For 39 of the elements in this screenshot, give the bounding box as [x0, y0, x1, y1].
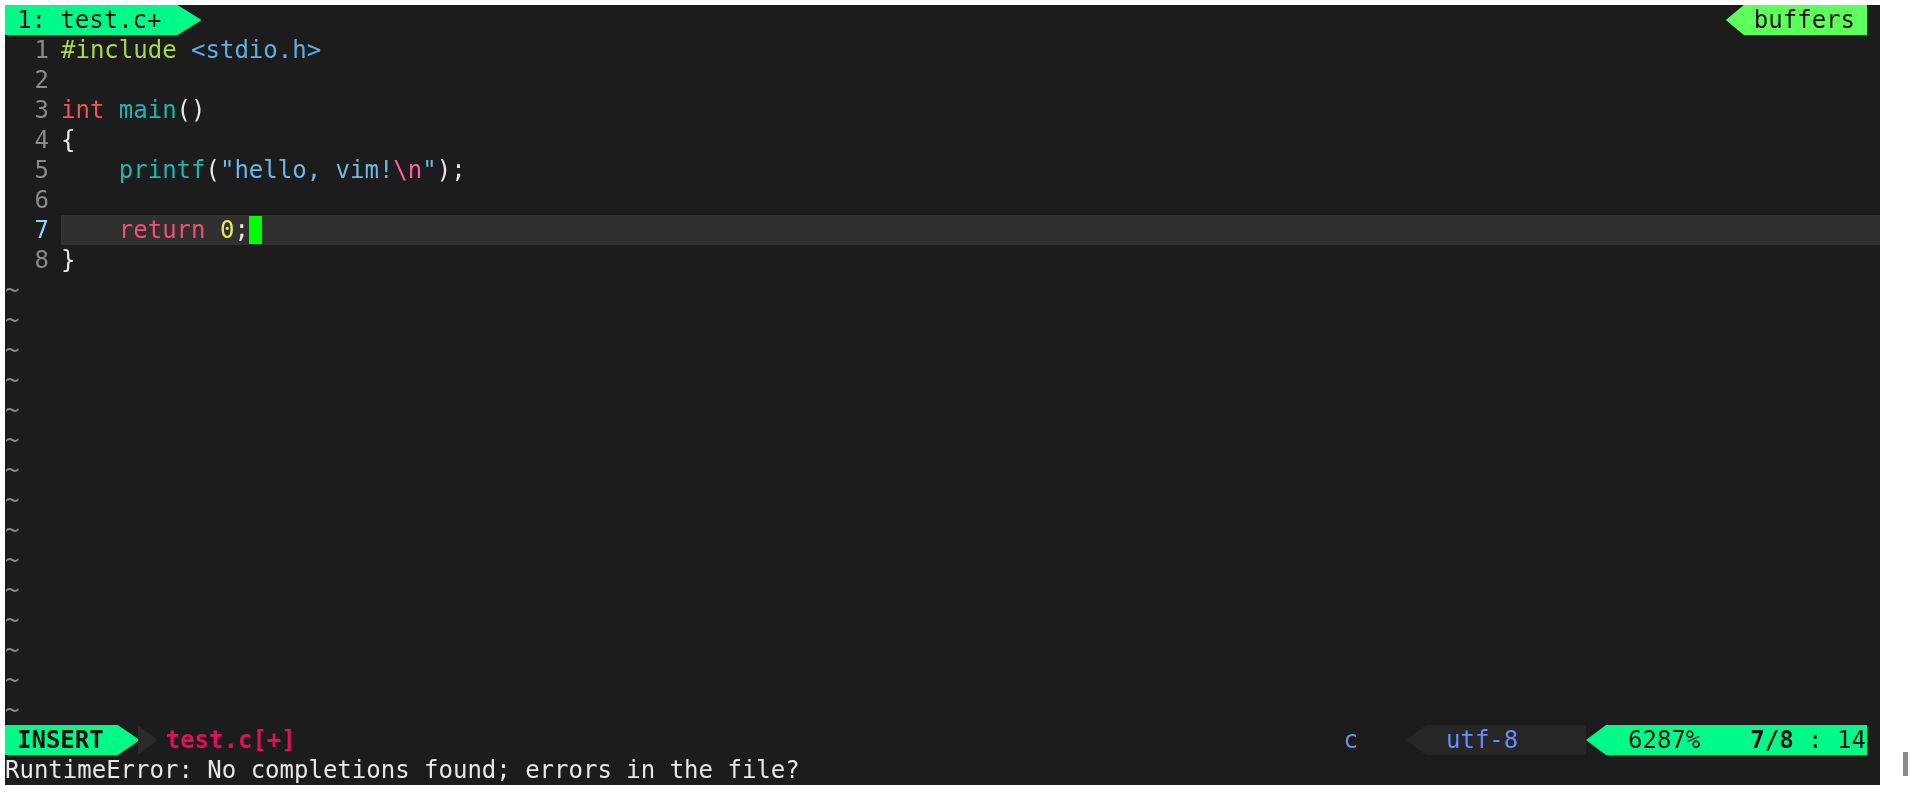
current-line-highlight: return 0; [61, 215, 1880, 245]
line-number: 3 [33, 95, 50, 125]
empty-line-marker: ~ [5, 305, 20, 335]
code-line: } [61, 245, 76, 275]
empty-line-marker: ~ [5, 665, 20, 695]
file-name: test.c[+] [165, 725, 296, 755]
buffers-label: buffers [1725, 5, 1867, 35]
code-line: { [61, 125, 76, 155]
line-number: 8 [33, 245, 50, 275]
empty-line-marker: ~ [5, 335, 20, 365]
cursor-position: 7/8 : 14 [1750, 725, 1866, 755]
empty-line-marker: ~ [5, 545, 20, 575]
empty-line-marker: ~ [5, 365, 20, 395]
line-number: 2 [33, 65, 50, 95]
empty-line-marker: ~ [5, 515, 20, 545]
mode-indicator: INSERT [5, 725, 140, 755]
empty-line-marker: ~ [5, 275, 20, 305]
line-number: 5 [33, 155, 50, 185]
line-number: 4 [33, 125, 50, 155]
line-number: 1 [33, 35, 50, 65]
empty-line-marker: ~ [5, 455, 20, 485]
code-line: printf("hello, vim!\n"); [117, 155, 466, 185]
empty-line-marker: ~ [5, 635, 20, 665]
empty-line-marker: ~ [5, 695, 20, 725]
empty-line-marker: ~ [5, 395, 20, 425]
buffer-tab[interactable]: 1: test.c+ [5, 5, 202, 35]
scroll-percent: 6287% [1628, 725, 1701, 755]
line-number: 7 [33, 215, 50, 245]
file-type: c [1343, 725, 1358, 755]
empty-line-marker: ~ [5, 575, 20, 605]
empty-line-marker: ~ [5, 485, 20, 515]
code-line: int main() [61, 95, 206, 125]
line-number: 6 [33, 185, 50, 215]
code-line: #include <stdio.h> [61, 35, 322, 65]
error-message: RuntimeError: No completions found; errors in the file? [5, 755, 800, 785]
scrollbar-thumb[interactable] [1903, 752, 1908, 776]
empty-line-marker: ~ [5, 605, 20, 635]
empty-line-marker: ~ [5, 425, 20, 455]
file-encoding: utf-8 [1406, 725, 1586, 755]
